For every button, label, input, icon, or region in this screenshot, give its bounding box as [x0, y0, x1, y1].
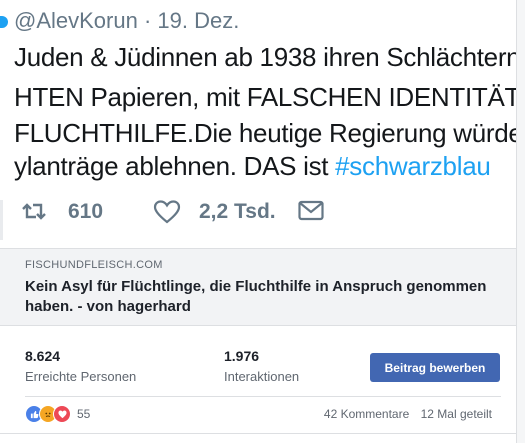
tweet-hashtag[interactable]: #schwarzblau: [335, 151, 491, 181]
envelope-icon: [298, 200, 324, 222]
tweet-line-4-text: ylanträge ablehnen. DAS ist: [14, 151, 336, 181]
bottom-divider: [0, 433, 516, 434]
tweet-handle: @AlevKorun · 19. Dez.: [14, 8, 240, 33]
retweet-count: 610: [68, 200, 104, 223]
heart-icon: [153, 200, 181, 224]
tweet-line-1: Juden & Jüdinnen ab 1938 ihren Schlächte…: [14, 42, 516, 72]
reach-label: Erreichte Personen: [25, 369, 137, 384]
tweet-retweet: 610: [22, 200, 103, 224]
page: @AlevKorun · 19. Dez. Juden & Jüdinnen a…: [0, 0, 525, 443]
shares-link[interactable]: 12 Mal geteilt: [421, 407, 492, 421]
tweet-screenshot[interactable]: @AlevKorun · 19. Dez. Juden & Jüdinnen a…: [0, 0, 516, 248]
tweet-line-2: HTEN Papieren, mit FALSCHEN IDENTITÄTEN …: [14, 82, 516, 112]
tweet-line-4: ylanträge ablehnen. DAS ist #schwarzblau: [14, 151, 491, 182]
link-preview[interactable]: FISCHUNDFLEISCH.COM Kein Asyl für Flücht…: [0, 249, 516, 326]
twitter-verified-marker: [0, 16, 8, 28]
engagement-links: 42 Kommentare 12 Mal geteilt: [324, 407, 492, 421]
stats-divider: [25, 396, 501, 397]
reach-value: 8.624: [25, 348, 61, 364]
love-icon: [53, 405, 71, 423]
like-count: 2,2 Tsd.: [199, 200, 276, 223]
tweet-line-3: FLUCHTHILFE.Die heutige Regierung würde …: [14, 118, 516, 148]
reaction-count: 55: [77, 407, 91, 421]
tweet-message: [298, 200, 324, 222]
retweet-icon: [22, 201, 46, 223]
boost-post-button[interactable]: Beitrag bewerben: [370, 353, 500, 382]
facebook-post-card: @AlevKorun · 19. Dez. Juden & Jüdinnen a…: [0, 0, 517, 443]
link-title[interactable]: Kein Asyl für Flüchtlinge, die Fluchthil…: [25, 277, 495, 317]
tweet-actions: 610 2,2 Tsd.: [0, 200, 516, 240]
link-domain: FISCHUNDFLEISCH.COM: [25, 259, 163, 271]
tweet-like: 2,2 Tsd.: [153, 200, 276, 224]
comments-link[interactable]: 42 Kommentare: [324, 407, 409, 421]
interactions-label: Interaktionen: [224, 369, 300, 384]
interactions-value: 1.976: [224, 348, 260, 364]
reactions-summary[interactable]: 55: [25, 404, 90, 424]
